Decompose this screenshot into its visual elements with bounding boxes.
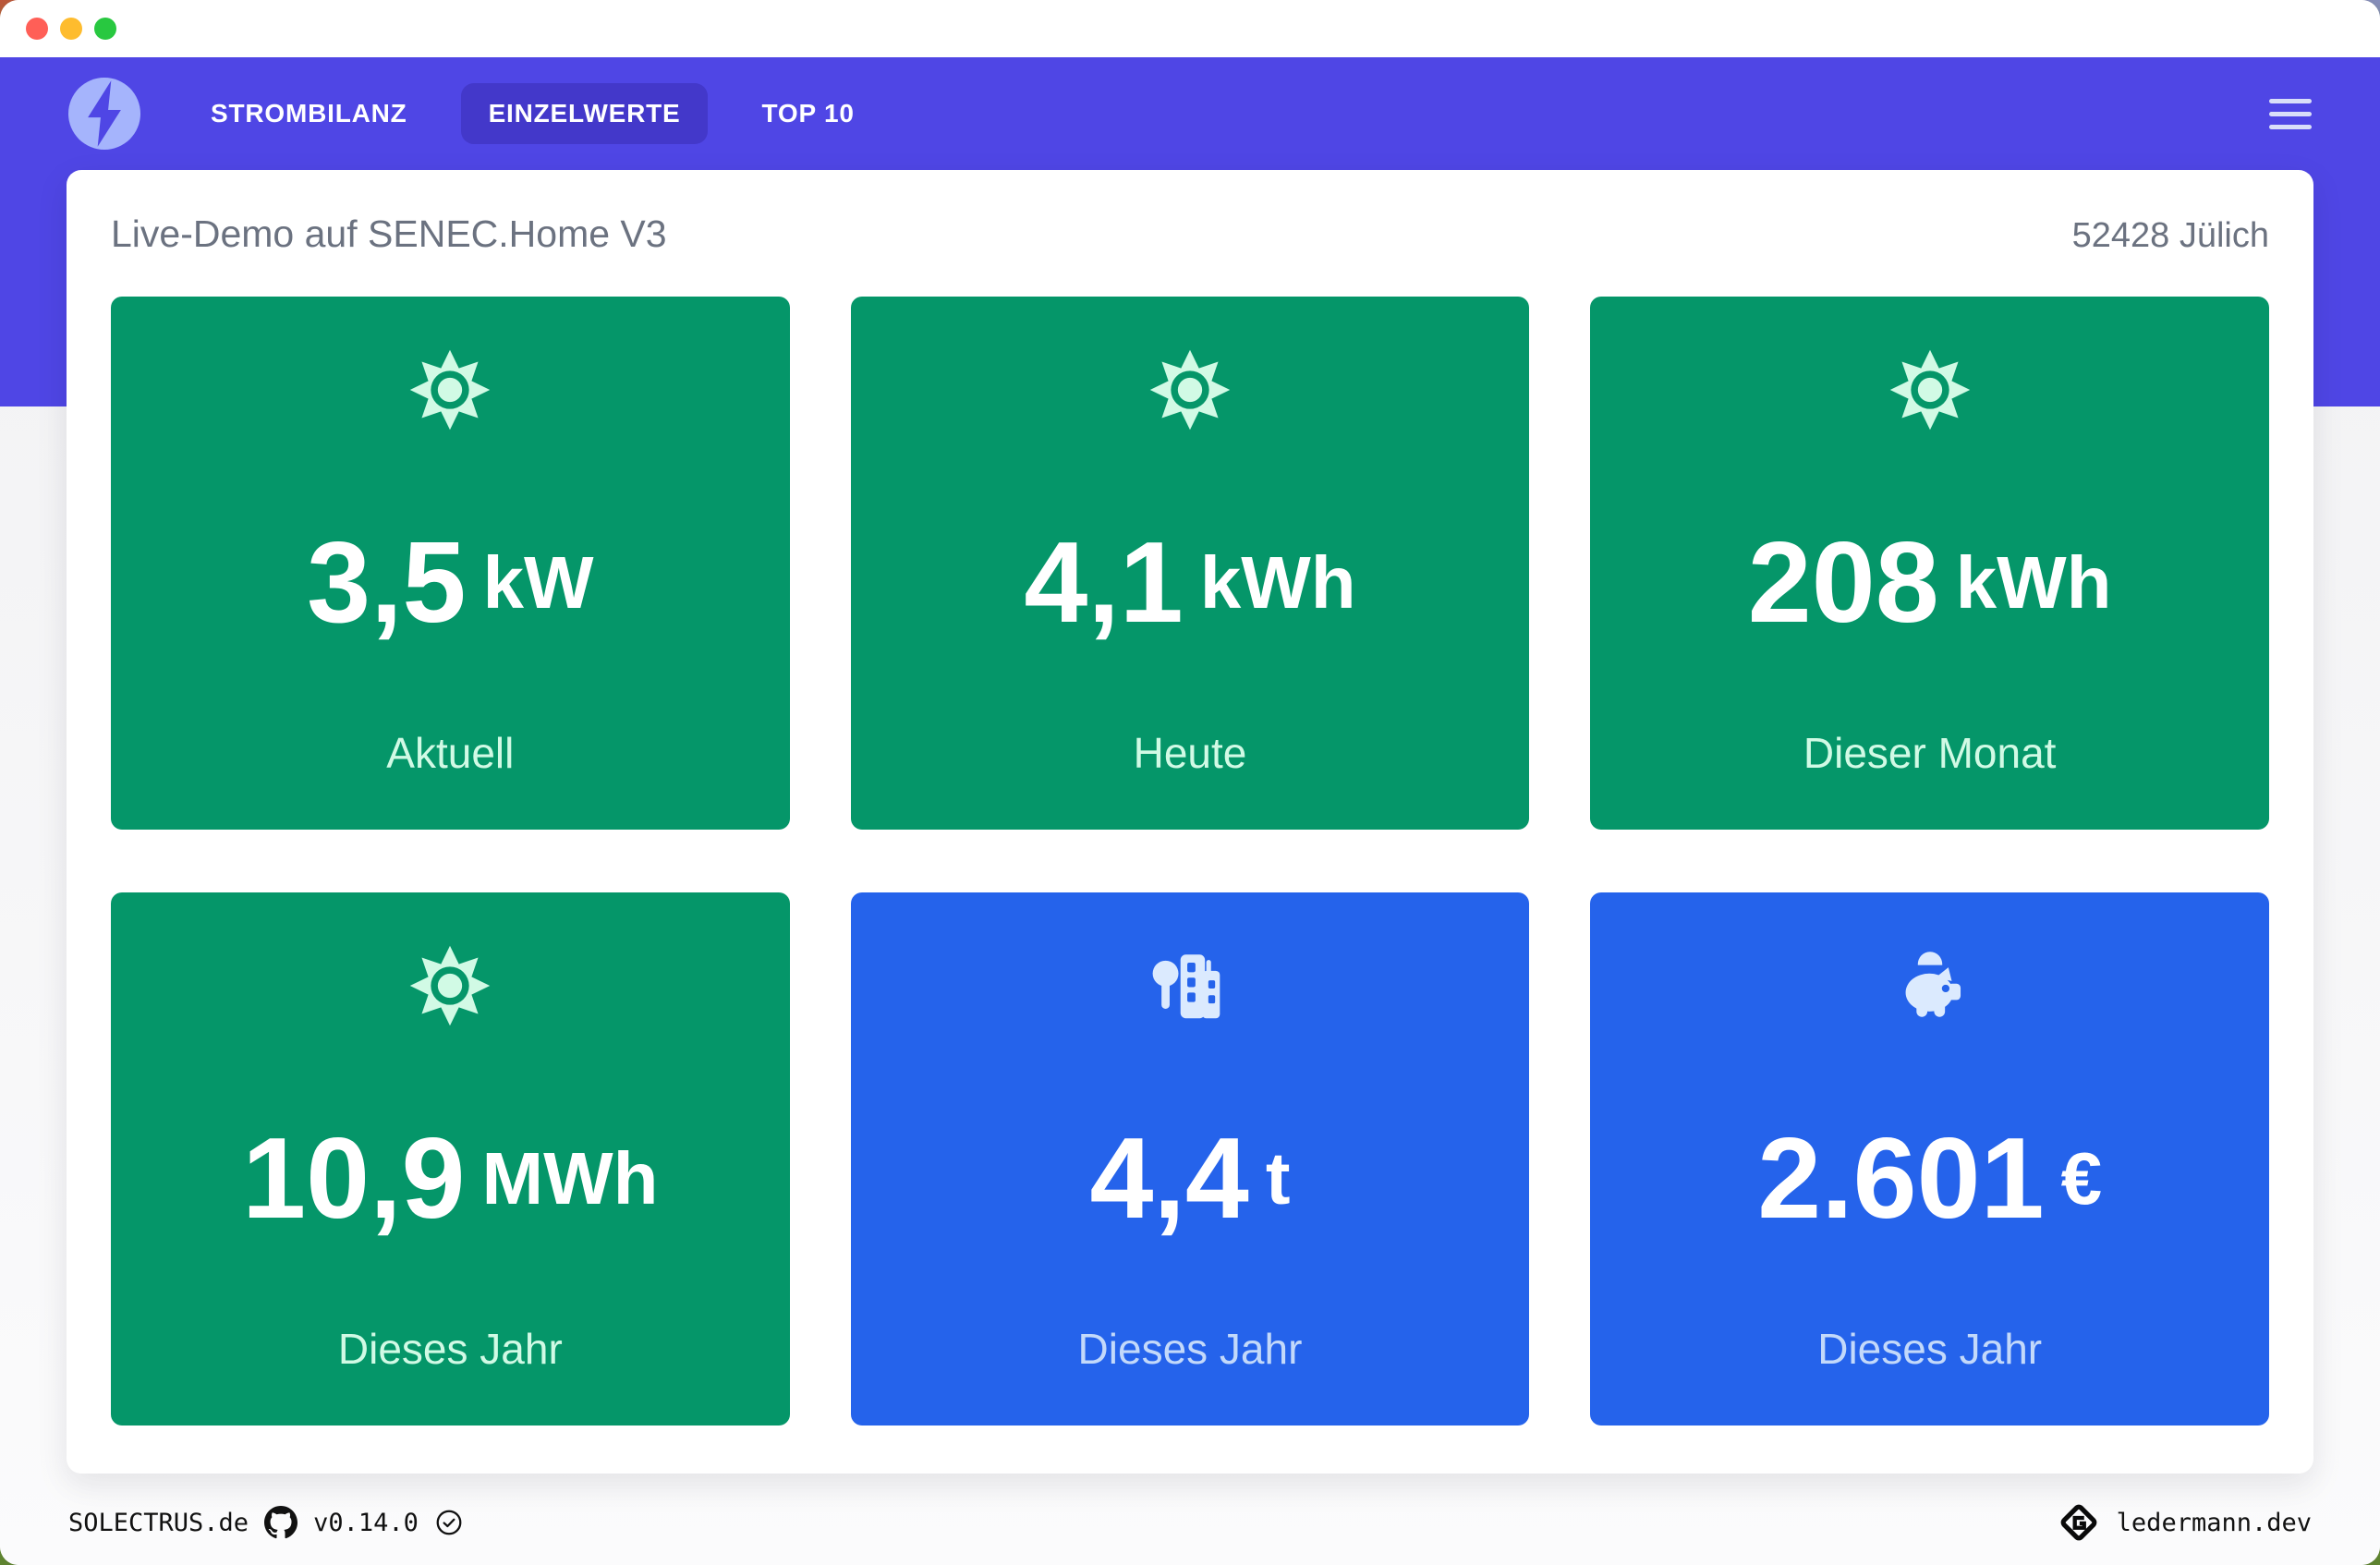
solectrus-logo-icon[interactable] (68, 78, 140, 150)
tile-label: Aktuell (386, 732, 514, 774)
location-label: 52428 Jülich (2072, 216, 2269, 256)
tile-label: Dieser Monat (1803, 732, 2057, 774)
minimize-window-button[interactable] (60, 18, 82, 40)
tile-aktuell[interactable]: 3,5 kW Aktuell (111, 297, 790, 830)
tile-label: Dieses Jahr (1078, 1328, 1303, 1370)
tile-label: Dieses Jahr (1817, 1328, 2042, 1370)
solectrus-site-link[interactable]: SOLECTRUS.de (68, 1509, 249, 1537)
tree-building-icon (1147, 942, 1233, 1029)
sun-icon (407, 942, 493, 1029)
tile-heute[interactable]: 4,1 kWh Heute (851, 297, 1530, 830)
piggy-bank-icon (1887, 942, 1973, 1029)
footer: SOLECTRUS.de v0.14.0 ledermann.dev (0, 1480, 2380, 1565)
tile-value: 4,1 kWh (1024, 433, 1355, 732)
nav-tabs: STROMBILANZ EINZELWERTE TOP 10 (183, 83, 882, 144)
sun-icon (1147, 346, 1233, 433)
card-header: Live-Demo auf SENEC.Home V3 52428 Jülich (111, 212, 2269, 256)
page-title: Live-Demo auf SENEC.Home V3 (111, 212, 667, 256)
macos-titlebar (0, 0, 2380, 57)
version-label[interactable]: v0.14.0 (313, 1509, 419, 1537)
tile-value: 4,4 t (1089, 1029, 1290, 1328)
hamburger-menu-icon[interactable] (2269, 99, 2312, 129)
tile-dieses-jahr-ersparnis[interactable]: 2.601 € Dieses Jahr (1590, 892, 2269, 1425)
ledermann-logo-icon (2058, 1501, 2100, 1544)
tab-top10[interactable]: TOP 10 (734, 83, 881, 144)
github-icon[interactable] (264, 1506, 298, 1539)
footer-right: ledermann.dev (2058, 1501, 2312, 1544)
tab-strombilanz[interactable]: STROMBILANZ (183, 83, 435, 144)
dashboard-card: Live-Demo auf SENEC.Home V3 52428 Jülich… (67, 170, 2313, 1474)
tiles-grid: 3,5 kW Aktuell 4,1 kWh Heute (111, 297, 2269, 1425)
tile-label: Heute (1134, 732, 1247, 774)
sun-icon (407, 346, 493, 433)
tile-dieses-jahr-co2[interactable]: 4,4 t Dieses Jahr (851, 892, 1530, 1425)
fullscreen-window-button[interactable] (94, 18, 116, 40)
app-body: STROMBILANZ EINZELWERTE TOP 10 Live-Demo… (0, 57, 2380, 1565)
tile-dieser-monat[interactable]: 208 kWh Dieser Monat (1590, 297, 2269, 830)
tile-label: Dieses Jahr (338, 1328, 563, 1370)
ledermann-link[interactable]: ledermann.dev (2117, 1509, 2312, 1537)
tab-einzelwerte[interactable]: EINZELWERTE (461, 83, 709, 144)
tile-value: 208 kWh (1748, 433, 2112, 732)
check-circle-icon (434, 1508, 464, 1537)
main-content: Live-Demo auf SENEC.Home V3 52428 Jülich… (0, 170, 2380, 1474)
tile-value: 2.601 € (1757, 1029, 2102, 1328)
close-window-button[interactable] (26, 18, 48, 40)
sun-icon (1887, 346, 1973, 433)
footer-left: SOLECTRUS.de v0.14.0 (68, 1506, 464, 1539)
app-window: STROMBILANZ EINZELWERTE TOP 10 Live-Demo… (0, 0, 2380, 1565)
tile-dieses-jahr-ertrag[interactable]: 10,9 MWh Dieses Jahr (111, 892, 790, 1425)
tile-value: 10,9 MWh (242, 1029, 658, 1328)
tile-value: 3,5 kW (307, 433, 593, 732)
main-nav: STROMBILANZ EINZELWERTE TOP 10 (0, 57, 2380, 170)
